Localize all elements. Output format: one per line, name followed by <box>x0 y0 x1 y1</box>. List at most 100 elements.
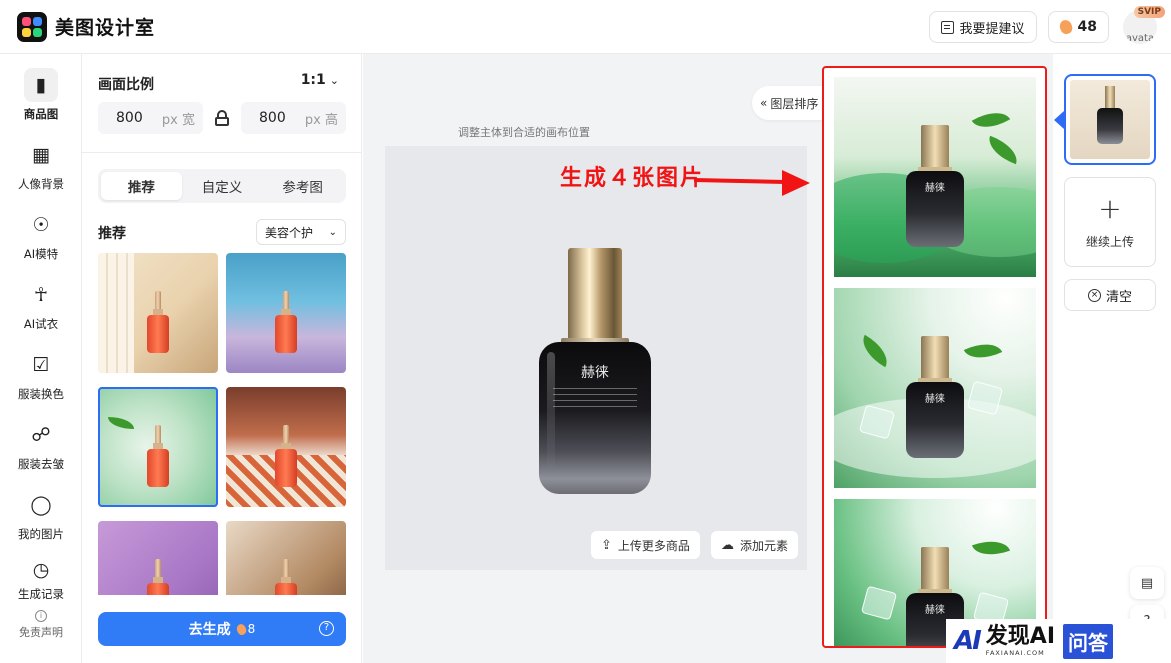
chevron-down-icon: ⌄ <box>329 74 339 87</box>
template-tile[interactable] <box>226 521 346 595</box>
template-tabs: 推荐 自定义 参考图 <box>98 169 346 203</box>
annotation-text: 生成４张图片 <box>560 166 705 191</box>
nav-item-ai-model[interactable]: ☉ AI模特 <box>0 208 82 270</box>
nav-item-recolor[interactable]: ☑ 服装换色 <box>0 348 82 410</box>
recommend-title: 推荐 <box>98 226 126 242</box>
plus-icon: + <box>1098 191 1122 225</box>
height-input[interactable]: 800 px 高 <box>241 102 346 134</box>
history-icon: ◷ <box>32 559 50 581</box>
result-image-2[interactable]: 赫徕 <box>834 288 1036 488</box>
template-tile[interactable] <box>226 253 346 373</box>
product-subject[interactable]: 赫徕 <box>539 248 651 494</box>
disclaimer-link[interactable]: i 免责声明 <box>0 610 82 640</box>
watermark: AI 发现AI FAXIANAI.COM 问答 <box>946 619 1171 663</box>
app-name: 美图设计室 <box>55 17 156 39</box>
template-grid <box>98 253 346 595</box>
thumb-pointer <box>1054 111 1064 129</box>
layer-sort-button[interactable]: « 图层排序 <box>752 86 824 120</box>
notebook-tool-button[interactable]: ▤ <box>1130 567 1164 599</box>
info-icon: i <box>35 610 47 622</box>
user-menu[interactable]: avata SVIP <box>1123 6 1165 44</box>
ratio-select[interactable]: 1:1 ⌄ <box>301 72 339 88</box>
suggest-label: 我要提建议 <box>959 21 1025 37</box>
dewrinkle-icon: ☍ <box>31 424 51 446</box>
app-root: 美图设计室 我要提建议 48 avata SVIP ▮ 商品图 ▦ 人像背景 ☉… <box>0 0 1171 663</box>
add-element-label: 添加元素 <box>740 538 789 553</box>
height-unit: px 高 <box>304 112 338 128</box>
watermark-title: 发现AI <box>985 623 1056 649</box>
double-chevron-left-icon: « <box>760 96 768 110</box>
template-tile[interactable] <box>98 521 218 595</box>
close-circle-icon: × <box>1087 288 1101 302</box>
nav-item-dewrinkle[interactable]: ☍ 服装去皱 <box>0 418 82 480</box>
clear-button[interactable]: × 清空 <box>1064 279 1156 311</box>
uploaded-product-thumb[interactable] <box>1064 74 1156 165</box>
recolor-icon: ☑ <box>32 354 50 376</box>
category-select[interactable]: 美容个护 ⌄ <box>256 219 346 245</box>
disclaimer-label: 免责声明 <box>19 626 63 639</box>
nav-label: 服装去皱 <box>18 457 64 471</box>
height-value: 800 <box>259 110 286 126</box>
continue-upload-button[interactable]: + 继续上传 <box>1064 177 1156 267</box>
template-tile-selected[interactable] <box>98 387 218 507</box>
product-icon: ▮ <box>24 68 58 102</box>
bean-icon <box>1057 18 1074 36</box>
my-images-icon: ◯ <box>30 494 52 516</box>
upload-more-label: 上传更多商品 <box>617 538 690 553</box>
nav-label: AI模特 <box>23 247 59 261</box>
width-value: 800 <box>116 110 143 126</box>
portrait-bg-icon: ▦ <box>32 144 50 166</box>
tab-custom[interactable]: 自定义 <box>182 172 263 200</box>
generate-button[interactable]: 去生成 8 ? <box>98 612 346 646</box>
settings-panel: 画面比例 1:1 ⌄ 800 px 宽 800 px 高 推荐 自定义 参考图 推… <box>82 54 362 663</box>
nav-label: 商品图 <box>23 107 59 121</box>
nav-label: AI试衣 <box>23 317 59 331</box>
notebook-icon: ▤ <box>1140 575 1154 591</box>
nav-label: 人像背景 <box>18 177 64 191</box>
try-on-icon: ☥ <box>33 284 49 306</box>
divider <box>82 152 362 153</box>
template-tile[interactable] <box>226 387 346 507</box>
feedback-icon <box>940 20 954 34</box>
svip-badge: SVIP <box>1133 6 1165 18</box>
width-input[interactable]: 800 px 宽 <box>98 102 203 134</box>
continue-upload-label: 继续上传 <box>1085 234 1134 249</box>
nav-item-my-images[interactable]: ◯ 我的图片 <box>0 488 82 550</box>
app-logo-icon[interactable] <box>17 11 47 42</box>
watermark-logo: AI <box>954 626 982 656</box>
ratio-value: 1:1 <box>300 72 326 88</box>
watermark-badge: 问答 <box>1063 623 1114 659</box>
credits-button[interactable]: 48 <box>1047 11 1109 43</box>
nav-item-try-on[interactable]: ☥ AI试衣 <box>0 278 82 340</box>
generate-cost: 8 <box>247 622 256 636</box>
upload-icon: ⇪ <box>601 537 612 553</box>
credits-count: 48 <box>1077 19 1097 35</box>
nav-item-portrait-bg[interactable]: ▦ 人像背景 <box>0 138 82 200</box>
template-tile[interactable] <box>98 253 218 373</box>
clear-label: 清空 <box>1105 289 1132 305</box>
generate-label: 去生成 <box>188 622 231 638</box>
watermark-subtitle: FAXIANAI.COM <box>985 648 1045 657</box>
tab-reference[interactable]: 参考图 <box>262 172 343 200</box>
left-nav: ▮ 商品图 ▦ 人像背景 ☉ AI模特 ☥ AI试衣 ☑ 服装换色 ☍ 服装去皱… <box>0 54 82 663</box>
nav-item-history[interactable]: ◷ 生成记录 <box>0 558 82 602</box>
add-element-button[interactable]: ☁ 添加元素 <box>711 531 799 559</box>
canvas-hint: 调整主体到合适的画布位置 <box>458 126 590 139</box>
cloud-icon: ☁ <box>721 537 734 553</box>
nav-label: 服装换色 <box>18 387 64 401</box>
upload-more-products-button[interactable]: ⇪ 上传更多商品 <box>591 531 700 559</box>
chevron-down-icon: ⌄ <box>328 226 337 238</box>
suggest-button[interactable]: 我要提建议 <box>928 11 1037 43</box>
annotation-arrow <box>694 170 810 196</box>
tab-recommend[interactable]: 推荐 <box>101 172 182 200</box>
result-image-1[interactable]: 赫徕 <box>834 77 1036 277</box>
layer-sort-label: 图层排序 <box>770 96 819 111</box>
ai-model-icon: ☉ <box>32 214 50 236</box>
help-icon[interactable]: ? <box>319 621 334 636</box>
nav-item-product[interactable]: ▮ 商品图 <box>0 68 82 130</box>
width-unit: px 宽 <box>161 112 195 128</box>
lock-icon[interactable] <box>215 110 229 126</box>
bean-icon <box>235 622 248 636</box>
category-value: 美容个护 <box>265 225 314 240</box>
product-label: 赫徕 <box>581 365 609 381</box>
